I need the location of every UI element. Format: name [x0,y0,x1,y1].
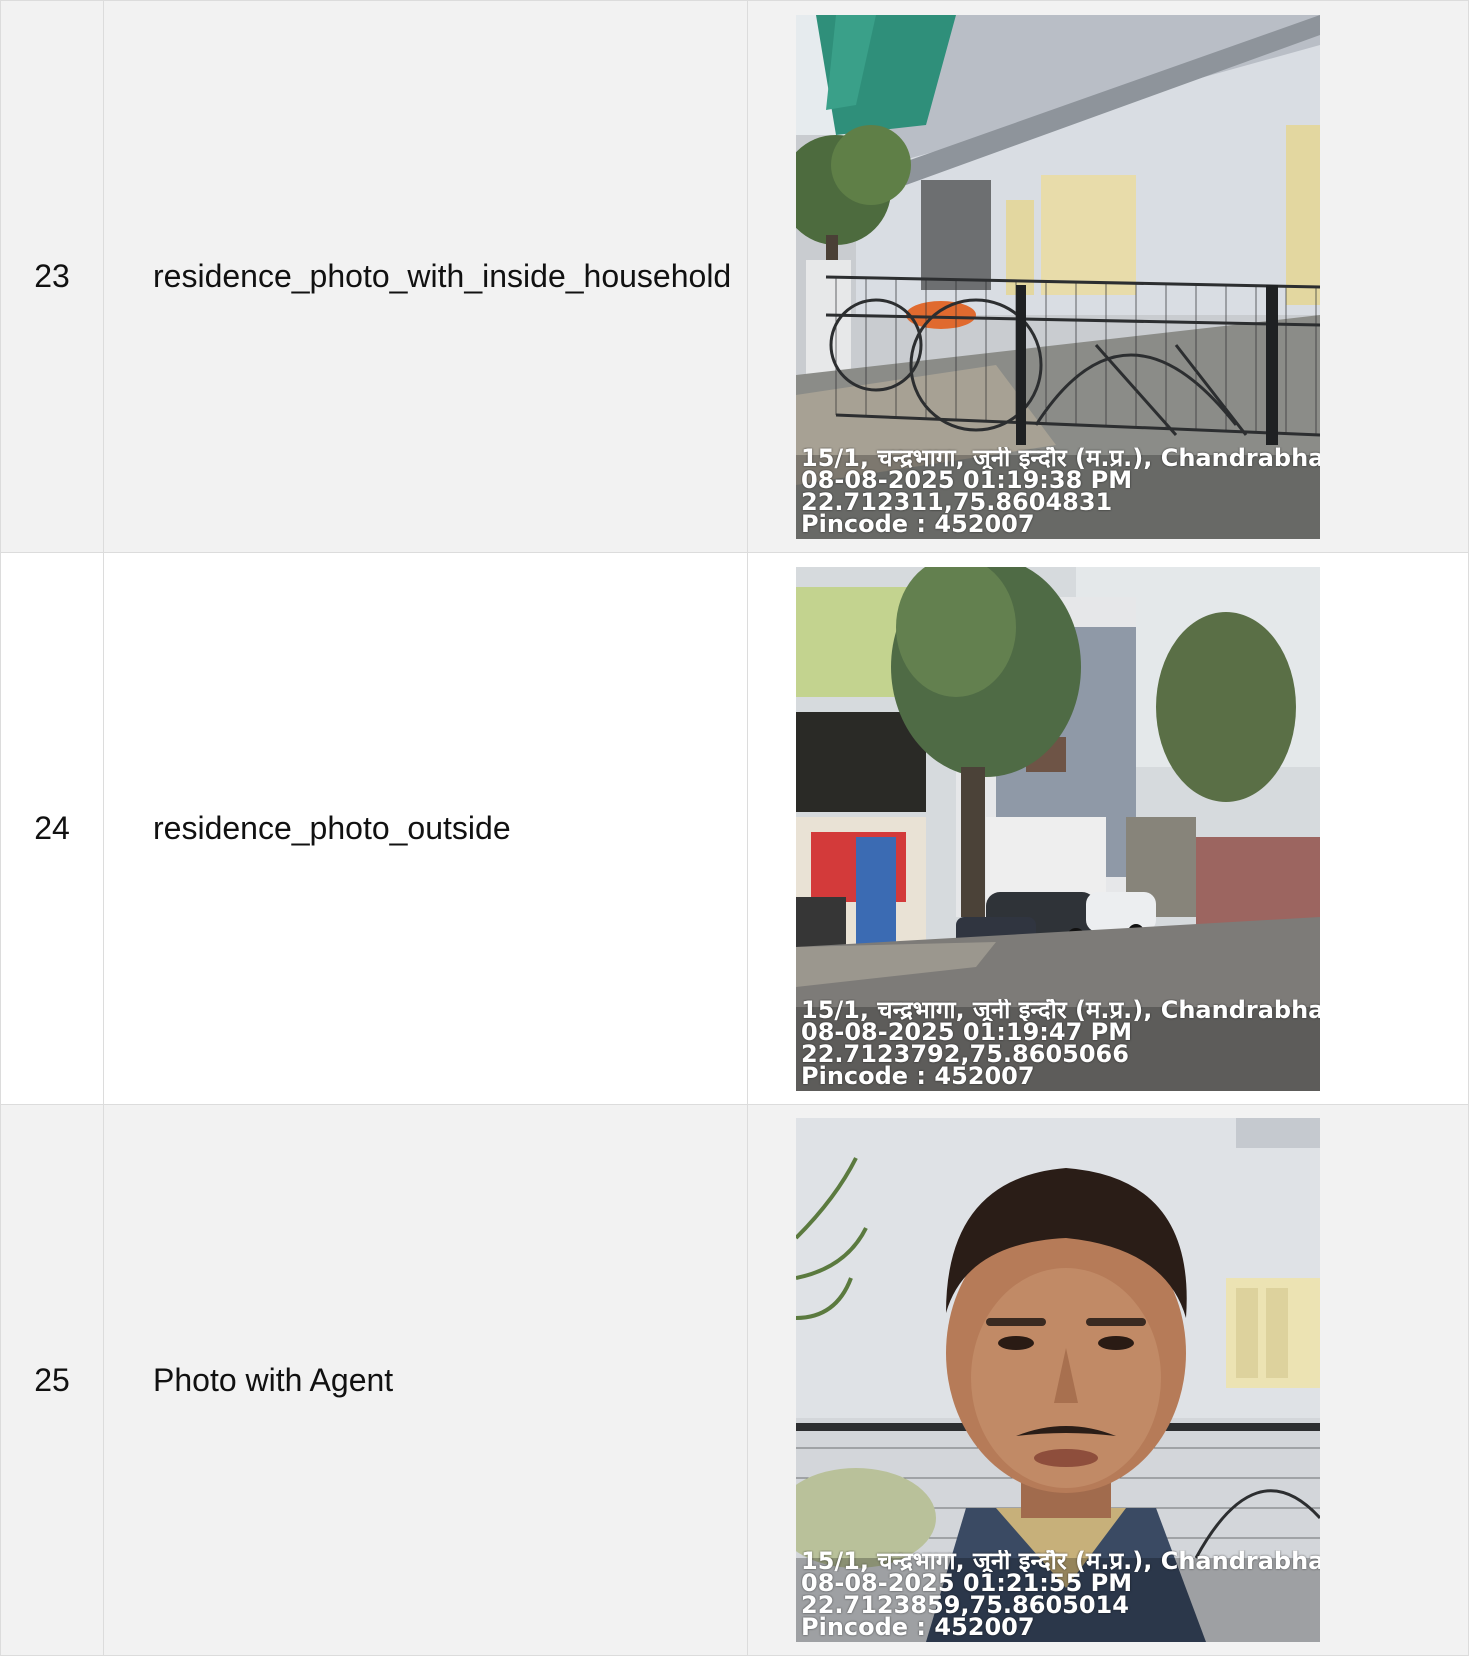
stamp-address: 15/1, चन्द्रभागा, जूनी इन्दौर (म.प्र.), … [801,446,1320,469]
row-number: 25 [1,1105,104,1655]
agent-photo[interactable]: 15/1, चन्द्रभागा, जूनी इन्दौर (म.प्र.), … [796,1118,1320,1642]
row-label: residence_photo_with_inside_household [104,1,748,552]
photo-geo-stamp: 15/1, चन्द्रभागा, जूनी इन्दौर (म.प्र.), … [801,447,1320,535]
photo-table: 23 residence_photo_with_inside_household [0,0,1469,1656]
stamp-datetime: 08-08-2025 01:19:47 PM [801,1020,1133,1043]
stamp-datetime: 08-08-2025 01:19:38 PM [801,468,1133,491]
stamp-address: 15/1, चन्द्रभागा, जूनी इन्दौर (म.प्र.), … [801,998,1320,1021]
photo-cell: 15/1, चन्द्रभागा, जूनी इन्दौर (म.प्र.), … [748,553,1468,1104]
table-row: 24 residence_photo_outside 15/1, चन्द्रभ… [1,553,1468,1105]
row-label: residence_photo_outside [104,553,748,1104]
table-row: 23 residence_photo_with_inside_household [1,1,1468,553]
stamp-pincode: Pincode : 452007 [801,1064,1035,1087]
photo-cell: 15/1, चन्द्रभागा, जूनी इन्दौर (म.प्र.), … [748,1,1468,552]
residence-photo-inside[interactable]: 15/1, चन्द्रभागा, जूनी इन्दौर (म.प्र.), … [796,14,1320,539]
table-row: 25 Photo with Agent 15/1, चन्द्रभागा, जू… [1,1105,1468,1655]
photo-cell: 15/1, चन्द्रभागा, जूनी इन्दौर (म.प्र.), … [748,1105,1468,1655]
row-label: Photo with Agent [104,1105,748,1655]
stamp-coordinates: 22.7123859,75.8605014 [801,1594,1129,1616]
residence-photo-outside[interactable]: 15/1, चन्द्रभागा, जूनी इन्दौर (म.प्र.), … [796,566,1320,1091]
row-number: 23 [1,1,104,552]
row-number: 24 [1,553,104,1104]
stamp-address: 15/1, चन्द्रभागा, जूनी इन्दौर (म.प्र.), … [801,1550,1320,1572]
stamp-datetime: 08-08-2025 01:21:55 PM [801,1572,1133,1594]
stamp-pincode: Pincode : 452007 [801,1616,1035,1638]
photo-geo-stamp: 15/1, चन्द्रभागा, जूनी इन्दौर (म.प्र.), … [801,1550,1320,1638]
stamp-pincode: Pincode : 452007 [801,512,1035,535]
stamp-coordinates: 22.7123792,75.8605066 [801,1042,1129,1065]
stamp-coordinates: 22.712311,75.8604831 [801,490,1113,513]
photo-geo-stamp: 15/1, चन्द्रभागा, जूनी इन्दौर (म.प्र.), … [801,999,1320,1087]
